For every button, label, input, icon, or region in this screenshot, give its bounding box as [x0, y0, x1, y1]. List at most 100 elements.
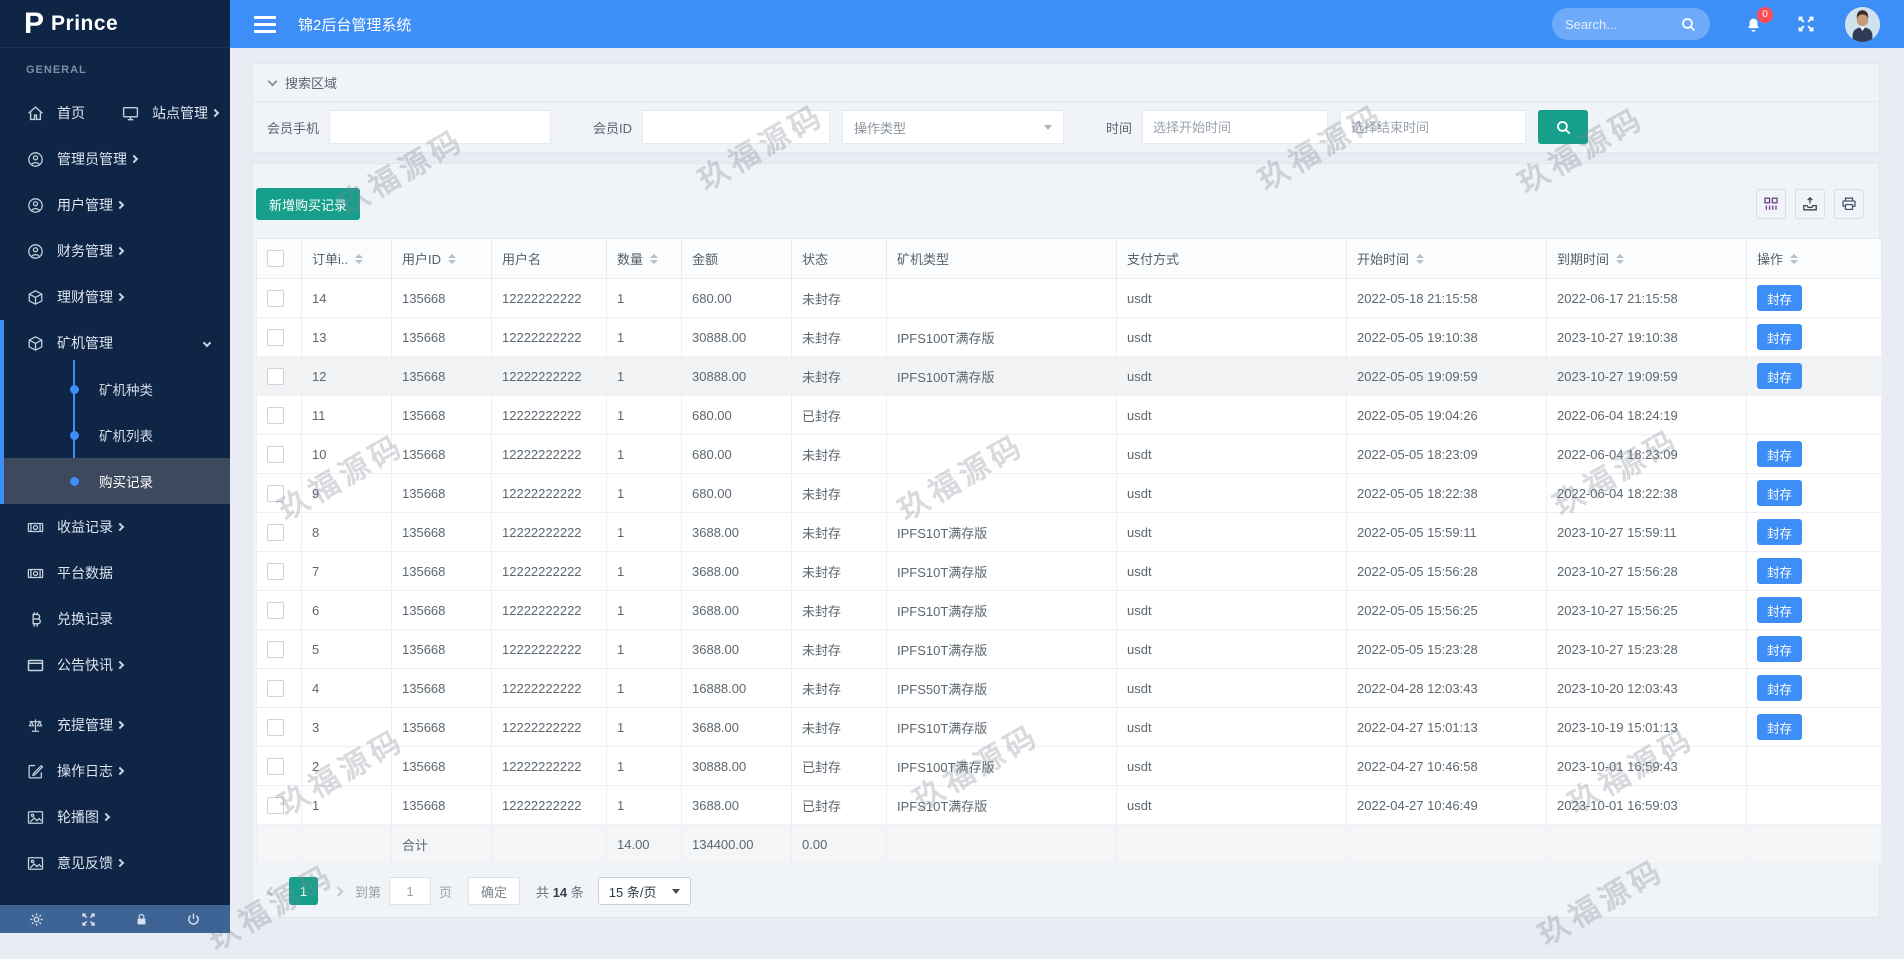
- column-header-start_time[interactable]: 开始时间: [1347, 239, 1547, 279]
- global-search-input[interactable]: Search...: [1552, 8, 1710, 40]
- cell-quantity: 1: [607, 630, 682, 669]
- column-header-payment[interactable]: 支付方式: [1117, 239, 1347, 279]
- row-checkbox[interactable]: [267, 290, 284, 307]
- hamburger-menu-icon[interactable]: [248, 10, 282, 39]
- sidebar-item-site-management[interactable]: 站点管理: [115, 90, 230, 136]
- next-page-button[interactable]: [325, 888, 347, 895]
- row-checkbox[interactable]: [267, 563, 284, 580]
- row-checkbox[interactable]: [267, 368, 284, 385]
- expand-icon[interactable]: [80, 912, 98, 927]
- main-content: 搜索区域 会员手机 会员ID 操作类型 时间 新增购买记录: [230, 48, 1904, 933]
- column-header-action[interactable]: 操作: [1747, 239, 1882, 279]
- gear-icon[interactable]: [27, 912, 45, 927]
- cell-start_time: 2022-05-05 18:22:38: [1347, 474, 1547, 513]
- sidebar-item-carousel[interactable]: 轮播图: [0, 794, 230, 840]
- row-checkbox[interactable]: [267, 602, 284, 619]
- user-avatar[interactable]: [1845, 7, 1880, 42]
- start-time-input[interactable]: [1142, 110, 1328, 144]
- notification-bell-icon[interactable]: 0: [1744, 15, 1763, 34]
- sidebar-item-miner-list[interactable]: 矿机列表: [4, 412, 230, 458]
- row-checkbox[interactable]: [267, 797, 284, 814]
- seal-button[interactable]: 封存: [1757, 636, 1802, 662]
- column-header-end_time[interactable]: 到期时间: [1547, 239, 1747, 279]
- column-header-quantity[interactable]: 数量: [607, 239, 682, 279]
- sidebar-item-miner-management[interactable]: 矿机管理: [4, 320, 230, 366]
- sort-icon[interactable]: [650, 254, 658, 264]
- prev-page-button[interactable]: [260, 888, 282, 895]
- row-checkbox[interactable]: [267, 329, 284, 346]
- row-checkbox[interactable]: [267, 758, 284, 775]
- cell-action: [1747, 747, 1882, 786]
- page-size-select[interactable]: 15 条/页: [598, 877, 692, 905]
- row-checkbox[interactable]: [267, 719, 284, 736]
- sidebar-item-announcements[interactable]: 公告快讯: [0, 642, 230, 688]
- member-id-input[interactable]: [642, 110, 830, 144]
- column-header-amount[interactable]: 金额: [682, 239, 792, 279]
- seal-button[interactable]: 封存: [1757, 441, 1802, 467]
- sidebar-item-income-records[interactable]: 收益记录: [0, 504, 230, 550]
- sidebar-item-miner-types[interactable]: 矿机种类: [4, 366, 230, 412]
- sidebar-item-platform-data[interactable]: 平台数据: [0, 550, 230, 596]
- column-header-username[interactable]: 用户名: [492, 239, 607, 279]
- sort-icon[interactable]: [448, 254, 456, 264]
- sort-icon[interactable]: [1616, 254, 1624, 264]
- seal-button[interactable]: 封存: [1757, 324, 1802, 350]
- seal-button[interactable]: 封存: [1757, 285, 1802, 311]
- search-button[interactable]: [1538, 110, 1588, 144]
- seal-button[interactable]: 封存: [1757, 558, 1802, 584]
- seal-button[interactable]: 封存: [1757, 597, 1802, 623]
- seal-button[interactable]: 封存: [1757, 480, 1802, 506]
- records-panel: 新增购买记录: [252, 163, 1880, 918]
- logo[interactable]: P Prince: [0, 0, 230, 48]
- sidebar-item-operation-logs[interactable]: 操作日志: [0, 748, 230, 794]
- sort-icon[interactable]: [1416, 254, 1424, 264]
- power-icon[interactable]: [185, 912, 203, 927]
- sidebar-item-finance-management[interactable]: 财务管理: [0, 228, 230, 274]
- column-header-order_id[interactable]: 订单i..: [302, 239, 392, 279]
- operation-type-select[interactable]: 操作类型: [842, 110, 1064, 144]
- member-phone-input[interactable]: [329, 110, 551, 144]
- export-button[interactable]: [1795, 189, 1825, 219]
- print-button[interactable]: [1834, 189, 1864, 219]
- user-circle-icon: [26, 243, 44, 260]
- row-checkbox[interactable]: [267, 641, 284, 658]
- select-all-checkbox[interactable]: [267, 250, 284, 267]
- row-checkbox[interactable]: [267, 524, 284, 541]
- add-purchase-record-button[interactable]: 新增购买记录: [256, 188, 360, 220]
- total-user_id: 合计: [392, 825, 492, 864]
- seal-button[interactable]: 封存: [1757, 714, 1802, 740]
- seal-button[interactable]: 封存: [1757, 363, 1802, 389]
- sort-icon[interactable]: [355, 254, 363, 264]
- seal-button[interactable]: 封存: [1757, 519, 1802, 545]
- page-button-1[interactable]: 1: [289, 877, 318, 905]
- fullscreen-icon[interactable]: [1797, 15, 1815, 33]
- cell-quantity: 1: [607, 591, 682, 630]
- column-header-status[interactable]: 状态: [792, 239, 887, 279]
- cell-start_time: 2022-05-05 15:23:28: [1347, 630, 1547, 669]
- row-checkbox[interactable]: [267, 446, 284, 463]
- sidebar-item-feedback[interactable]: 意见反馈: [0, 840, 230, 886]
- confirm-page-button[interactable]: 确定: [468, 877, 520, 905]
- sidebar-item-label: 操作日志: [57, 761, 113, 781]
- cell-checkbox: [257, 747, 302, 786]
- search-icon[interactable]: [1679, 16, 1697, 33]
- column-header-user_id[interactable]: 用户ID: [392, 239, 492, 279]
- goto-page-input[interactable]: [389, 877, 431, 905]
- lock-icon[interactable]: [132, 912, 150, 927]
- row-checkbox[interactable]: [267, 680, 284, 697]
- sidebar-item-purchase-records[interactable]: 购买记录: [4, 458, 230, 504]
- end-time-input[interactable]: [1340, 110, 1526, 144]
- search-panel-header[interactable]: 搜索区域: [253, 64, 1879, 102]
- row-checkbox[interactable]: [267, 407, 284, 424]
- sidebar-item-exchange-records[interactable]: 兑换记录: [0, 596, 230, 642]
- sidebar-item-home[interactable]: 首页: [0, 90, 115, 136]
- sidebar-item-wealth-management[interactable]: 理财管理: [0, 274, 230, 320]
- sidebar-item-recharge-withdraw[interactable]: 充提管理: [0, 702, 230, 748]
- sidebar-item-user-management[interactable]: 用户管理: [0, 182, 230, 228]
- sidebar-item-admin-management[interactable]: 管理员管理: [0, 136, 230, 182]
- columns-toggle-button[interactable]: [1756, 189, 1786, 219]
- seal-button[interactable]: 封存: [1757, 675, 1802, 701]
- sort-icon[interactable]: [1790, 254, 1798, 264]
- column-header-miner_type[interactable]: 矿机类型: [887, 239, 1117, 279]
- row-checkbox[interactable]: [267, 485, 284, 502]
